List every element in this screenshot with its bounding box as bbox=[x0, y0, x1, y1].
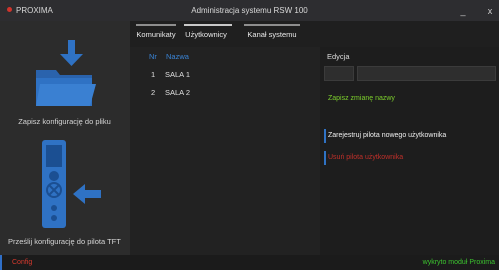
tab-kanal-systemu[interactable]: Kanał systemu bbox=[242, 21, 302, 47]
tab-indicator bbox=[244, 24, 300, 26]
send-config-to-remote-button[interactable]: Prześlij konfigurację do pilota TFT bbox=[4, 138, 125, 253]
register-remote-button[interactable]: Zarejestruj pilota nowego użytkownika bbox=[324, 129, 497, 143]
user-id-field[interactable] bbox=[324, 66, 354, 81]
row-name: SALA 2 bbox=[165, 88, 191, 97]
save-config-to-file-button[interactable]: Zapisz konfigurację do pliku bbox=[4, 28, 125, 148]
user-list: Nr Nazwa 1 SALA 1 2 SALA 2 bbox=[130, 47, 320, 255]
save-name-button[interactable]: Zapisz zmianę nazwy bbox=[324, 92, 497, 106]
status-bar: Config wykryto moduł Proxima bbox=[0, 255, 499, 270]
left-panel: Zapisz konfigurację do pliku Prześlij ko… bbox=[0, 21, 130, 255]
window-title: Administracja systemu RSW 100 bbox=[191, 6, 308, 15]
tab-indicator bbox=[184, 24, 232, 26]
tab-komunikaty[interactable]: Komunikaty bbox=[134, 21, 178, 47]
action-accent bbox=[324, 129, 326, 143]
register-remote-label: Zarejestruj pilota nowego użytkownika bbox=[328, 132, 447, 139]
save-to-folder-icon bbox=[36, 40, 96, 106]
config-status: Config bbox=[12, 259, 33, 266]
tab-indicator bbox=[136, 24, 176, 26]
table-row[interactable]: 1 SALA 1 bbox=[130, 66, 320, 83]
tab-label: Użytkownicy bbox=[185, 30, 227, 39]
action-accent bbox=[324, 151, 326, 165]
table-row[interactable]: 2 SALA 2 bbox=[130, 84, 320, 101]
tab-bar: Komunikaty Użytkownicy Kanał systemu bbox=[130, 21, 499, 47]
remove-remote-label: Usuń pilota użytkownika bbox=[328, 154, 404, 161]
remove-remote-button[interactable]: Usuń pilota użytkownika bbox=[324, 151, 497, 165]
column-header-nr[interactable]: Nr bbox=[149, 52, 157, 61]
save-name-label: Zapisz zmianę nazwy bbox=[328, 95, 395, 102]
remote-upload-icon bbox=[42, 140, 101, 228]
save-config-label: Zapisz konfigurację do pliku bbox=[18, 117, 111, 126]
tab-uzytkownicy[interactable]: Użytkownicy bbox=[178, 21, 234, 47]
status-accent bbox=[0, 255, 2, 270]
title-bar: PROXIMA Administracja systemu RSW 100 _ … bbox=[0, 0, 499, 21]
column-header-name[interactable]: Nazwa bbox=[166, 52, 189, 61]
tab-label: Kanał systemu bbox=[247, 30, 297, 39]
row-nr: 2 bbox=[151, 88, 156, 97]
close-button[interactable]: x bbox=[483, 4, 497, 18]
tab-label: Komunikaty bbox=[136, 30, 176, 39]
module-status: wykryto moduł Proxima bbox=[422, 259, 495, 266]
edit-title: Edycja bbox=[327, 52, 350, 61]
row-name: SALA 1 bbox=[165, 70, 191, 79]
row-nr: 1 bbox=[151, 70, 156, 79]
minimize-button[interactable]: _ bbox=[456, 4, 470, 18]
send-config-label: Prześlij konfigurację do pilota TFT bbox=[8, 237, 121, 246]
user-name-field[interactable] bbox=[357, 66, 496, 81]
edit-panel: Edycja Zapisz zmianę nazwy Zarejestruj p… bbox=[320, 47, 499, 255]
